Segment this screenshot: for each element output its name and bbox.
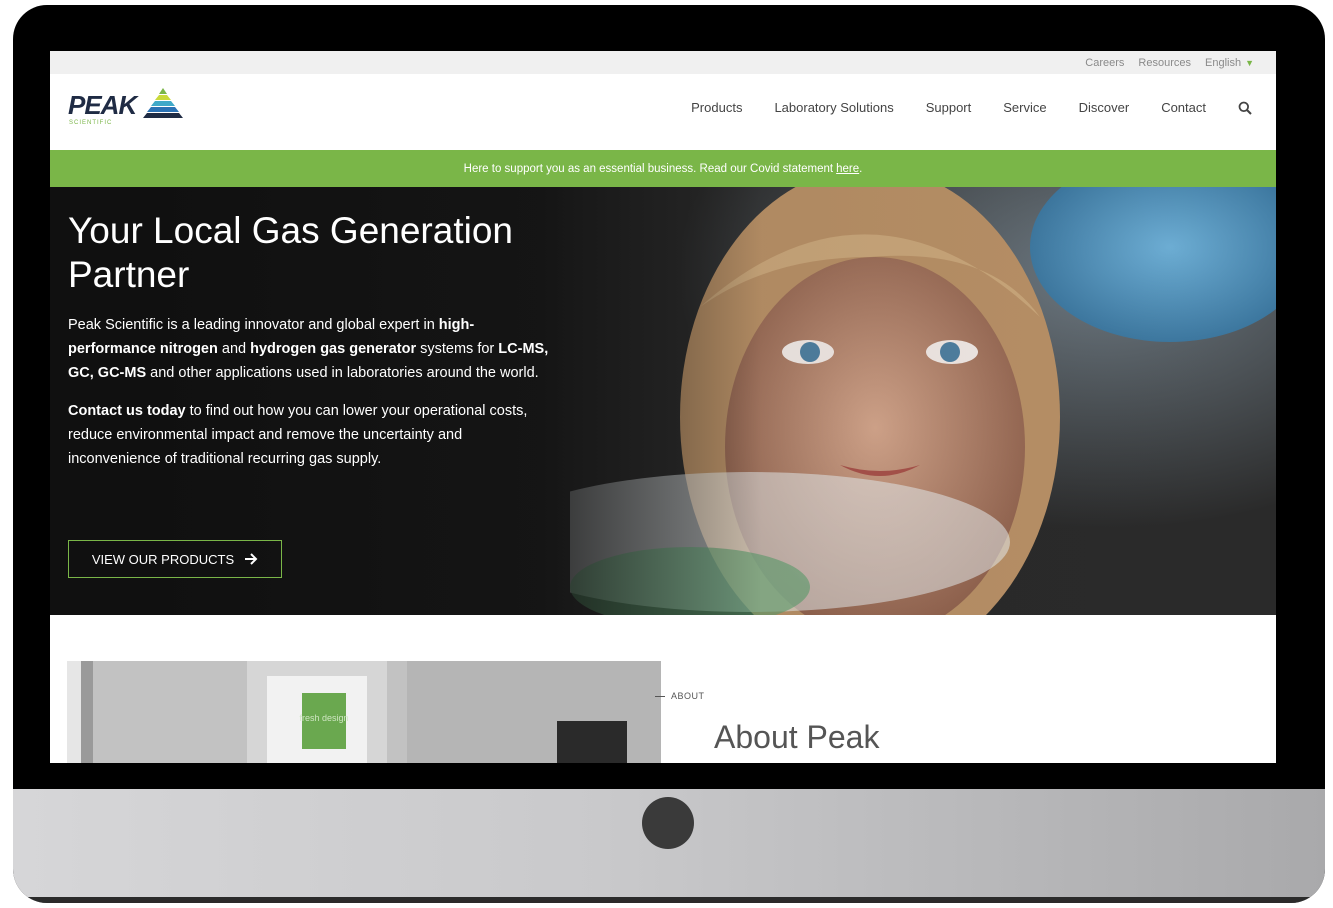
- about-eyebrow: ABOUT: [655, 691, 705, 701]
- utility-link-careers[interactable]: Careers: [1085, 57, 1124, 69]
- utility-bar: Careers Resources English ▼: [50, 51, 1276, 74]
- site-header: PEAK SCIENTIFIC Products Laboratory Solu…: [50, 74, 1276, 150]
- about-photo-office: fresh design: [67, 661, 661, 763]
- hero-text: Peak Scientific is a leading innovator a…: [68, 317, 439, 333]
- about-label-text: ABOUT: [671, 691, 705, 701]
- monitor-frame: Careers Resources English ▼ PEAK SCIENTIF…: [13, 5, 1325, 903]
- peak-logo[interactable]: PEAK SCIENTIFIC: [68, 86, 188, 132]
- hero-content: Your Local Gas Generation Partner Peak S…: [68, 209, 558, 485]
- search-icon[interactable]: [1238, 101, 1252, 115]
- arrow-right-icon: [245, 553, 258, 565]
- hero-text: and: [217, 341, 251, 357]
- button-label: VIEW OUR PRODUCTS: [91, 551, 235, 567]
- hero-title: Your Local Gas Generation Partner: [68, 210, 513, 295]
- camera-icon: [642, 797, 694, 849]
- hero-paragraph-2: Contact us today to find out how you can…: [68, 399, 558, 471]
- nav-item-support[interactable]: Support: [926, 100, 972, 115]
- hero-bold-text: Contact us today: [68, 403, 186, 419]
- banner-link-here[interactable]: here: [836, 163, 859, 175]
- logo-subtitle: SCIENTIFIC: [69, 120, 113, 126]
- sign-text: fresh design: [299, 713, 348, 723]
- nav-item-service[interactable]: Service: [1003, 100, 1046, 115]
- caret-down-icon: ▼: [1245, 57, 1254, 68]
- hero-paragraph-1: Peak Scientific is a leading innovator a…: [68, 313, 558, 385]
- hero-section: Your Local Gas Generation Partner Peak S…: [50, 187, 1276, 615]
- about-title: About Peak: [714, 719, 880, 755]
- hero-text: and other applications used in laborator…: [146, 365, 539, 381]
- covid-banner: Here to support you as an essential busi…: [50, 150, 1276, 187]
- utility-link-resources[interactable]: Resources: [1138, 57, 1191, 69]
- nav-item-laboratory-solutions[interactable]: Laboratory Solutions: [774, 100, 893, 115]
- language-label: English: [1205, 56, 1242, 69]
- hero-text: systems for: [416, 341, 499, 357]
- nav-item-contact[interactable]: Contact: [1161, 100, 1206, 115]
- pyramid-icon: [143, 88, 183, 118]
- view-products-button[interactable]: VIEW OUR PRODUCTS: [68, 540, 282, 578]
- banner-text: Here to support you as an essential busi…: [463, 162, 834, 175]
- language-selector[interactable]: English ▼: [1205, 57, 1254, 69]
- nav-item-products[interactable]: Products: [691, 100, 742, 115]
- hero-bold-text: hydrogen gas generator: [250, 341, 417, 357]
- about-image: fresh design: [67, 661, 661, 763]
- eyebrow-dash: [655, 695, 665, 697]
- main-nav: Products Laboratory Solutions Support Se…: [691, 100, 1252, 115]
- banner-suffix: .: [859, 162, 863, 175]
- nav-item-discover[interactable]: Discover: [1079, 100, 1130, 115]
- logo-wordmark: PEAK: [68, 90, 137, 120]
- browser-viewport: Careers Resources English ▼ PEAK SCIENTIF…: [50, 51, 1276, 763]
- monitor-base-edge: [13, 897, 1325, 903]
